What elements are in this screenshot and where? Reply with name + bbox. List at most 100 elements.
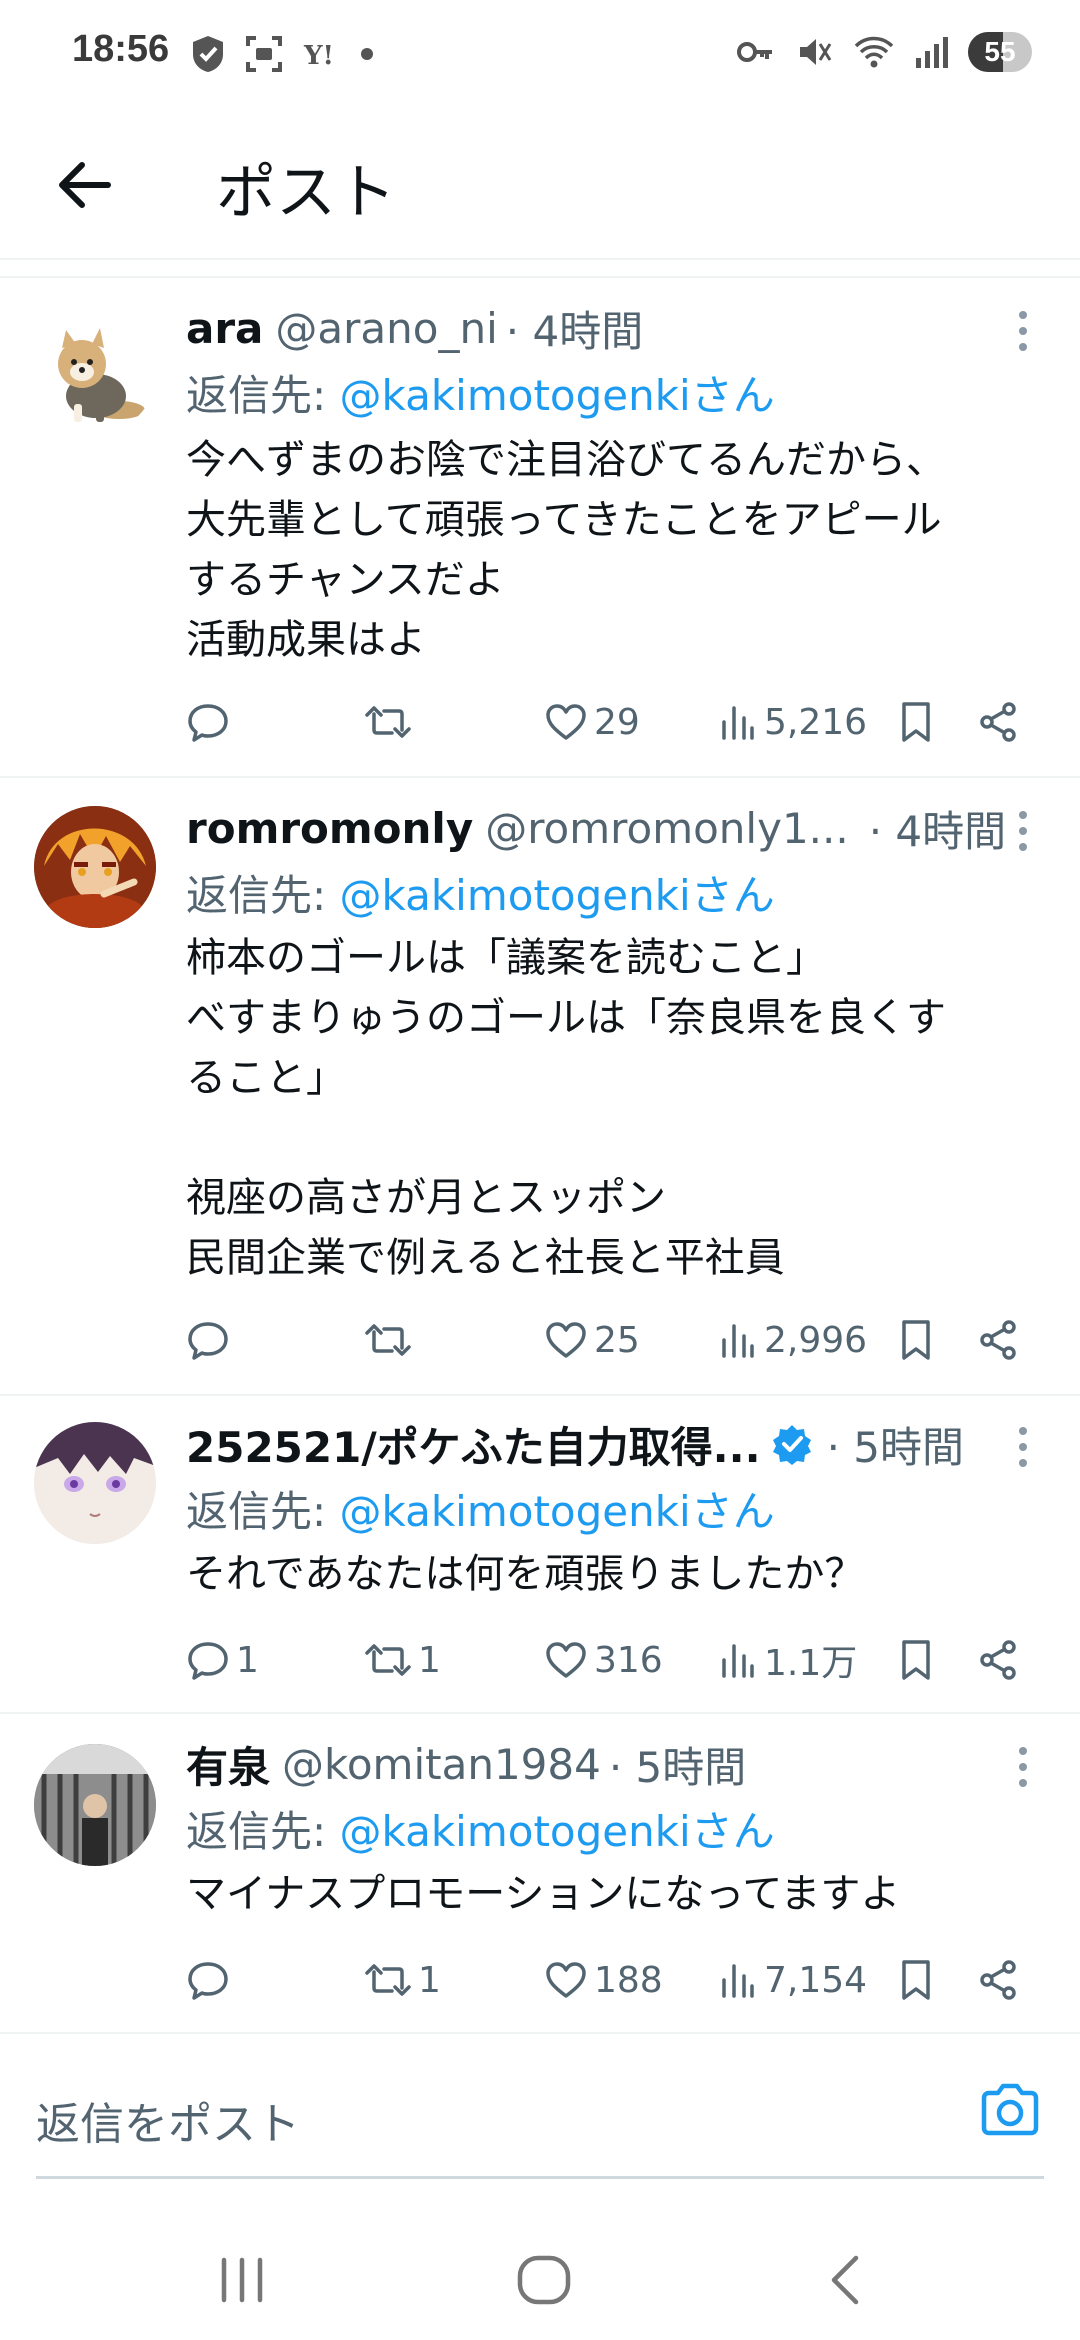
repost-button[interactable]: 1	[364, 1630, 441, 1690]
bookmark-icon	[902, 1960, 930, 2000]
author-handle[interactable]: @arano_ni	[275, 304, 497, 353]
repost-icon	[365, 1324, 411, 1356]
like-button[interactable]: 25	[544, 1310, 640, 1370]
reply-button[interactable]: 1	[186, 1630, 259, 1690]
avatar[interactable]	[34, 1744, 156, 1866]
like-button[interactable]: 29	[544, 692, 640, 752]
heart-icon	[546, 704, 586, 740]
repost-button[interactable]	[364, 692, 418, 752]
like-count: 188	[594, 1959, 663, 2001]
views-chart-icon	[722, 706, 754, 740]
repost-count: 1	[418, 1639, 441, 1681]
key-icon	[737, 42, 772, 62]
more-options-icon[interactable]	[1006, 1422, 1040, 1472]
reply-prefix: 返信先:	[186, 1807, 340, 1856]
bookmark-button[interactable]	[896, 1310, 936, 1370]
reply-icon	[188, 1962, 228, 2000]
views-button[interactable]: 5,216	[718, 692, 867, 752]
like-count: 29	[594, 701, 640, 743]
screenshot-icon	[246, 36, 282, 72]
page-title: ポスト	[216, 158, 396, 228]
views-button[interactable]: 2,996	[718, 1310, 867, 1370]
home-icon[interactable]	[504, 2250, 584, 2310]
more-options-icon[interactable]	[1006, 806, 1040, 856]
post-time[interactable]: · 5時間	[609, 1734, 746, 1795]
repost-icon	[365, 706, 411, 738]
repost-button[interactable]	[364, 1310, 418, 1370]
status-left-icons: Y!	[190, 34, 374, 74]
author-handle[interactable]: @komitan1984	[282, 1740, 601, 1789]
reply-context: 返信先: @kakimotogenkiさん	[186, 862, 775, 923]
tweet-line	[186, 1108, 1040, 1168]
tweet-header: ara @arano_ni · 4時間	[186, 300, 980, 356]
more-options-icon[interactable]	[1006, 306, 1040, 356]
svg-text:Y!: Y!	[303, 41, 334, 71]
share-button[interactable]	[976, 1630, 1020, 1690]
repost-button[interactable]: 1	[364, 1950, 441, 2010]
reply-button[interactable]	[186, 1950, 236, 2010]
reply-context: 返信先: @kakimotogenkiさん	[186, 362, 775, 423]
post-time[interactable]: · 4時間	[506, 298, 643, 359]
post-time[interactable]: · 5時間	[827, 1414, 964, 1475]
tweet-header: romromonly @romromonly1... · 4時間	[186, 800, 1006, 856]
views-chart-icon	[722, 1644, 754, 1678]
tweet-item[interactable]: romromonly @romromonly1... · 4時間 返信先: @k…	[0, 778, 1080, 1396]
reply-icon	[188, 704, 228, 742]
reply-context: 返信先: @kakimotogenkiさん	[186, 1798, 775, 1859]
views-button[interactable]: 1.1万	[718, 1630, 857, 1690]
avatar[interactable]	[34, 806, 156, 928]
tweet-text: 今へずまのお陰で注目浴びてるんだから、 大先輩として頑張ってきたことをアピール …	[186, 430, 1040, 670]
reply-input[interactable]: 返信をポスト	[36, 2088, 300, 2152]
share-button[interactable]	[976, 1950, 1020, 2010]
tweet-line: ること」	[186, 1055, 346, 1101]
author-name[interactable]: ara	[186, 304, 263, 353]
views-count: 1.1万	[764, 1643, 858, 1684]
reply-mention[interactable]: @kakimotogenkiさん	[340, 1487, 775, 1536]
share-icon	[980, 1960, 1016, 2000]
tweet-line: 今へずまのお陰で注目浴びてるんだから、	[186, 437, 946, 483]
back-arrow-icon[interactable]	[50, 150, 120, 220]
reply-button[interactable]	[186, 1310, 236, 1370]
bookmark-button[interactable]	[896, 1950, 936, 2010]
author-name[interactable]: 有泉	[186, 1734, 270, 1795]
tweet-item[interactable]: ara @arano_ni · 4時間 返信先: @kakimotogenkiさ…	[0, 278, 1080, 778]
bookmark-icon	[902, 1320, 930, 1360]
bookmark-button[interactable]	[896, 1630, 936, 1690]
notification-dot-icon	[361, 48, 373, 60]
like-button[interactable]: 316	[544, 1630, 663, 1690]
bookmark-icon	[902, 1640, 930, 1680]
bookmark-icon	[902, 702, 930, 742]
reply-mention[interactable]: @kakimotogenkiさん	[340, 371, 775, 420]
avatar[interactable]	[34, 1422, 156, 1544]
avatar[interactable]	[34, 312, 156, 434]
share-button[interactable]	[976, 1310, 1020, 1370]
author-name[interactable]: 252521/ポケふた自力取得...	[186, 1414, 761, 1475]
bookmark-button[interactable]	[896, 692, 936, 752]
post-time[interactable]: · 4時間	[869, 798, 1006, 859]
tweet-item[interactable]: 252521/ポケふた自力取得... · 5時間 返信先: @kakimotog…	[0, 1396, 1080, 1714]
views-count: 7,154	[764, 1959, 868, 2001]
reply-mention[interactable]: @kakimotogenkiさん	[340, 1807, 775, 1856]
reply-mention[interactable]: @kakimotogenkiさん	[340, 871, 775, 920]
tweet-line: マイナスプロモーションになってますよ	[186, 1871, 901, 1917]
shield-icon	[193, 36, 223, 72]
reply-button[interactable]	[186, 692, 236, 752]
tweet-line: 民間企業で例えると社長と平社員	[186, 1235, 785, 1281]
views-button[interactable]: 7,154	[718, 1950, 867, 2010]
like-button[interactable]: 188	[544, 1950, 663, 2010]
action-bar: 29 5,216	[186, 692, 1046, 752]
battery-level-text: 55	[984, 36, 1016, 67]
share-button[interactable]	[976, 692, 1020, 752]
camera-icon[interactable]	[978, 2078, 1042, 2142]
reply-count: 1	[236, 1639, 259, 1681]
author-handle[interactable]: @romromonly1...	[485, 804, 849, 853]
views-count: 2,996	[764, 1319, 868, 1361]
back-nav-icon[interactable]	[806, 2250, 886, 2310]
author-name[interactable]: romromonly	[186, 804, 473, 853]
tweet-line: 柿本のゴールは「議案を読むこと」	[186, 935, 826, 981]
tweet-item[interactable]: 有泉 @komitan1984 · 5時間 返信先: @kakimotogenk…	[0, 1714, 1080, 2034]
recent-apps-icon[interactable]	[202, 2250, 282, 2310]
views-count: 5,216	[764, 701, 868, 743]
more-options-icon[interactable]	[1006, 1742, 1040, 1792]
like-count: 25	[594, 1319, 640, 1361]
